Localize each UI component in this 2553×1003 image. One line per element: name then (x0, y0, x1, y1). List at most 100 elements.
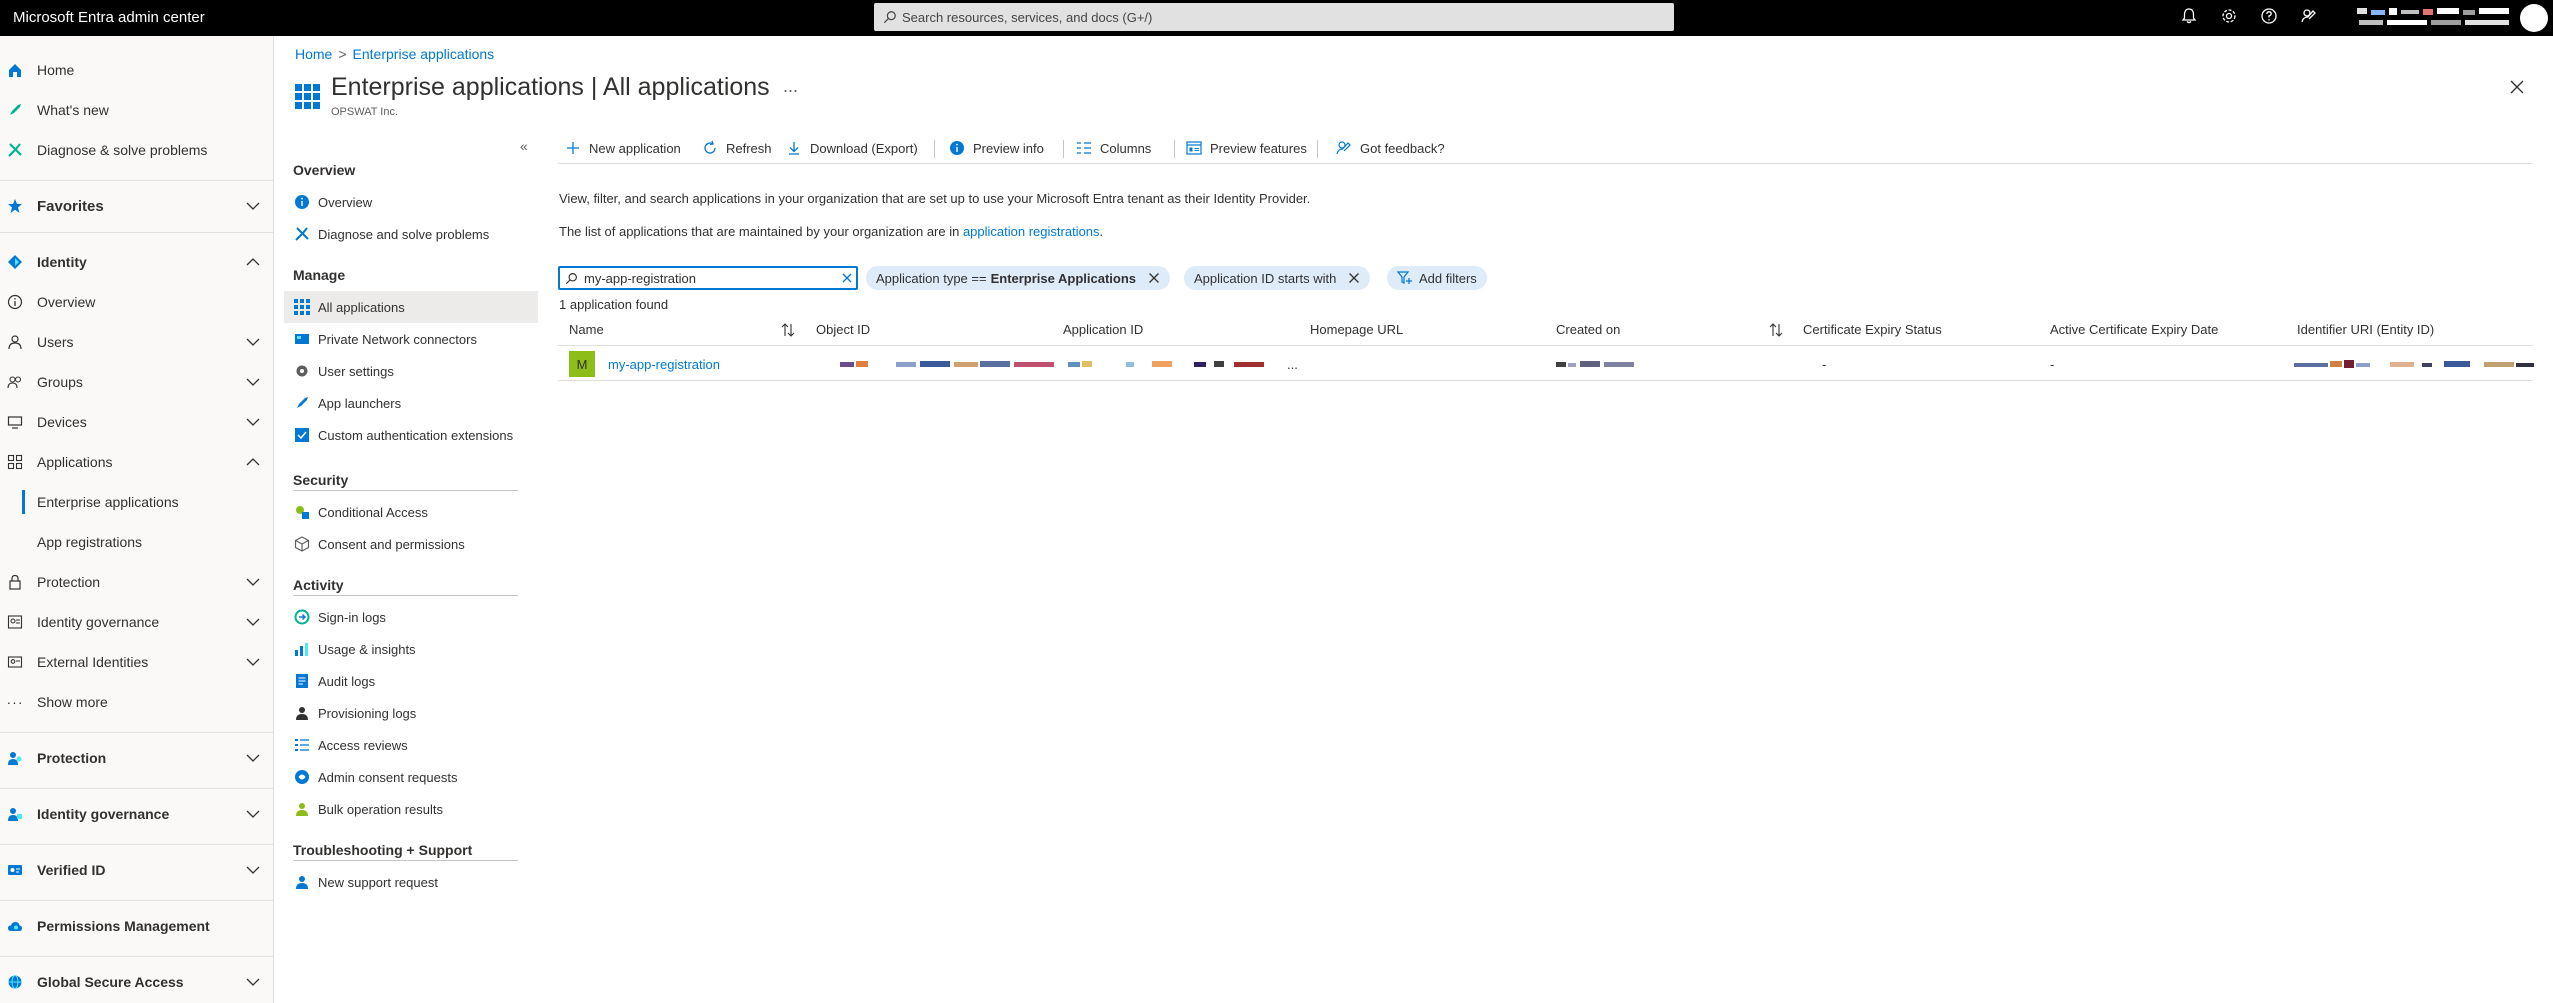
nav-diagnose[interactable]: Diagnose & solve problems (0, 132, 274, 168)
filter-pill-application-type[interactable]: Application type == Enterprise Applicatio… (866, 266, 1171, 290)
nav-identity[interactable]: Identity (0, 244, 274, 280)
menu-item-sign-in-logs[interactable]: Sign-in logs (284, 601, 538, 633)
nav-verified-id[interactable]: Verified ID (0, 852, 274, 888)
more-options-button[interactable]: ... (783, 76, 798, 97)
sort-arrows-icon[interactable] (780, 322, 796, 338)
global-search[interactable]: Search resources, services, and docs (G+… (874, 3, 1674, 31)
left-navigation: Home What's new Diagnose & solve problem… (0, 36, 274, 1003)
consent-cube-icon (294, 536, 310, 552)
nav-whats-new[interactable]: What's new (0, 92, 274, 128)
got-feedback-button[interactable]: Got feedback? (1336, 134, 1445, 162)
object-id-redacted (840, 361, 1054, 367)
breadcrumb-enterprise-applications[interactable]: Enterprise applications (353, 46, 495, 62)
column-header-homepage-url[interactable]: Homepage URL (1310, 322, 1403, 337)
nav-protection[interactable]: Protection (0, 564, 274, 600)
extension-icon (295, 428, 309, 442)
results-count: 1 application found (559, 297, 669, 312)
columns-button[interactable]: Columns (1076, 134, 1151, 162)
app-name-link[interactable]: my-app-registration (608, 357, 720, 372)
nav-show-more[interactable]: ··· Show more (0, 684, 274, 720)
group-icon (6, 373, 24, 391)
refresh-button[interactable]: Refresh (702, 134, 772, 162)
menu-item-diagnose[interactable]: Diagnose and solve problems (284, 218, 538, 250)
homepage-url-cell: ... (1287, 357, 1298, 372)
remove-filter-icon[interactable] (1148, 272, 1160, 284)
column-header-certificate-expiry-status[interactable]: Certificate Expiry Status (1803, 322, 1942, 337)
user-avatar[interactable] (2520, 4, 2548, 32)
new-application-button[interactable]: New application (565, 134, 681, 162)
identity-diamond-icon (6, 253, 24, 271)
nav-global-secure-access[interactable]: Global Secure Access (0, 964, 274, 1000)
sort-arrows-icon[interactable] (1768, 322, 1784, 338)
applications-icon (6, 453, 24, 471)
menu-item-conditional-access[interactable]: Conditional Access (284, 496, 538, 528)
menu-item-access-reviews[interactable]: Access reviews (284, 729, 538, 761)
add-filters-button[interactable]: Add filters (1387, 266, 1487, 290)
filter-pill-application-id[interactable]: Application ID starts with (1184, 266, 1371, 290)
menu-item-custom-authentication-extensions[interactable]: Custom authentication extensions (284, 419, 538, 451)
column-header-application-id[interactable]: Application ID (1063, 322, 1143, 337)
chevron-down-icon (246, 578, 260, 586)
menu-item-admin-consent-requests[interactable]: Admin consent requests (284, 761, 538, 793)
nav-enterprise-applications[interactable]: Enterprise applications (0, 484, 274, 520)
cloud-icon (6, 917, 24, 935)
nav-home[interactable]: Home (0, 52, 274, 88)
menu-item-usage-and-insights[interactable]: Usage & insights (284, 633, 538, 665)
menu-item-all-applications[interactable]: All applications (284, 291, 538, 323)
nav-permissions-management[interactable]: Permissions Management (0, 908, 274, 944)
menu-item-overview[interactable]: Overview (284, 186, 538, 218)
download-export-button[interactable]: Download (Export) (786, 134, 918, 162)
nav-devices[interactable]: Devices (0, 404, 274, 440)
preview-features-button[interactable]: Preview features (1186, 134, 1307, 162)
menu-section-manage: Manage (293, 267, 346, 283)
info-circle-icon (950, 141, 964, 155)
settings-gear-icon[interactable] (2220, 7, 2242, 29)
brand-title[interactable]: Microsoft Entra admin center (13, 9, 205, 26)
account-info-redacted[interactable] (2355, 4, 2515, 32)
nav-identity-governance-section[interactable]: Identity governance (0, 796, 274, 832)
menu-item-new-support-request[interactable]: New support request (284, 866, 538, 898)
search-input[interactable] (558, 266, 858, 290)
nav-applications[interactable]: Applications (0, 444, 274, 480)
clear-search-icon[interactable] (841, 272, 853, 284)
nav-app-registrations[interactable]: App registrations (0, 524, 274, 560)
chevron-down-icon (246, 978, 260, 986)
close-icon[interactable] (2508, 78, 2526, 96)
menu-item-user-settings[interactable]: User settings (284, 355, 538, 387)
chevron-down-icon (246, 658, 260, 666)
column-header-name[interactable]: Name (569, 322, 604, 337)
column-header-active-certificate-expiry-date[interactable]: Active Certificate Expiry Date (2050, 322, 2218, 337)
column-header-identifier-uri[interactable]: Identifier URI (Entity ID) (2297, 322, 2434, 337)
column-header-created-on[interactable]: Created on (1556, 322, 1620, 337)
breadcrumb-home[interactable]: Home (295, 46, 332, 62)
page-subtitle: OPSWAT Inc. (331, 106, 399, 118)
identity-governance-icon (6, 805, 24, 823)
nav-identity-governance[interactable]: Identity governance (0, 604, 274, 640)
menu-item-app-launchers[interactable]: App launchers (284, 387, 538, 419)
collapse-menu-button[interactable]: « (520, 138, 528, 154)
preview-info-button[interactable]: Preview info (949, 134, 1044, 162)
menu-item-audit-logs[interactable]: Audit logs (284, 665, 538, 697)
remove-filter-icon[interactable] (1348, 272, 1360, 284)
columns-icon (1077, 142, 1091, 154)
feedback-icon[interactable] (2300, 7, 2322, 29)
nav-external-identities[interactable]: External Identities (0, 644, 274, 680)
support-person-icon (296, 876, 308, 889)
chevron-down-icon (246, 338, 260, 346)
star-icon (6, 197, 24, 215)
application-id-redacted (1068, 361, 1264, 367)
menu-item-consent-and-permissions[interactable]: Consent and permissions (284, 528, 538, 560)
nav-favorites[interactable]: Favorites (0, 188, 274, 224)
application-registrations-link[interactable]: application registrations (963, 224, 1100, 239)
nav-groups[interactable]: Groups (0, 364, 274, 400)
nav-users[interactable]: Users (0, 324, 274, 360)
chevron-down-icon (246, 378, 260, 386)
menu-item-private-network-connectors[interactable]: Private Network connectors (284, 323, 538, 355)
column-header-object-id[interactable]: Object ID (816, 322, 870, 337)
menu-item-bulk-operation-results[interactable]: Bulk operation results (284, 793, 538, 825)
nav-identity-overview[interactable]: Overview (0, 284, 274, 320)
help-question-icon[interactable] (2260, 7, 2282, 29)
nav-protection-section[interactable]: Protection (0, 740, 274, 776)
menu-item-provisioning-logs[interactable]: Provisioning logs (284, 697, 538, 729)
notifications-bell-icon[interactable] (2180, 7, 2202, 29)
